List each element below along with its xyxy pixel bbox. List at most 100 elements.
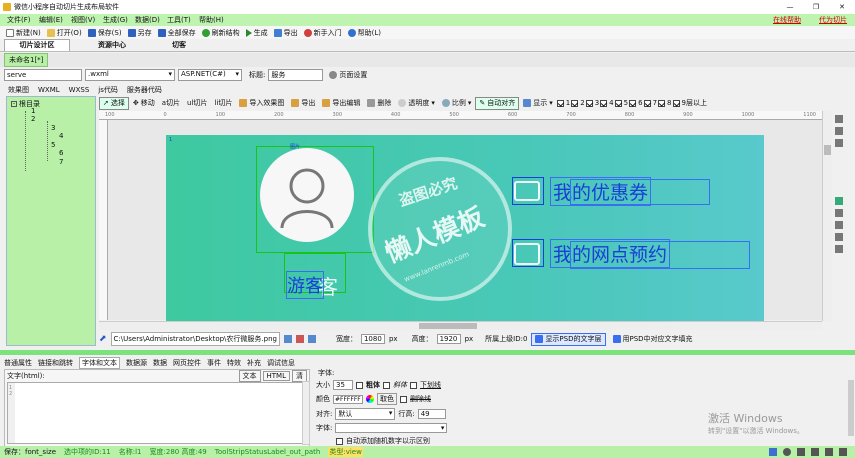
save-as-button[interactable]: 另存 — [125, 26, 155, 39]
menu-view[interactable]: 视图(V) — [71, 15, 103, 25]
font-family-select[interactable]: ▾ — [335, 423, 448, 433]
underline-checkbox[interactable] — [410, 381, 417, 389]
online-help-link[interactable]: 在线帮助 — [773, 15, 801, 25]
tool-select[interactable]: ➚ 选择 — [99, 96, 129, 110]
layer-check-6[interactable]: 6 — [629, 99, 643, 107]
tool-export-edit[interactable]: 导出编辑 — [319, 97, 363, 110]
tab-resource-center[interactable]: 资源中心 — [70, 40, 154, 50]
mic-icon[interactable] — [797, 448, 805, 456]
tree-node-3[interactable]: 3 — [51, 124, 55, 132]
layer-check-2[interactable]: 2 — [571, 99, 585, 107]
tab-font-text[interactable]: 字体和文本 — [79, 356, 120, 369]
tool-display[interactable]: 显示 ▾ — [520, 97, 556, 110]
refresh-structure-button[interactable]: 刷新结构 — [199, 26, 243, 39]
use-psd-text-button[interactable]: 用PSD中对应文字填充 — [610, 333, 696, 346]
tool-ul-slice[interactable]: ul切片 — [184, 97, 210, 110]
grid-icon[interactable] — [839, 448, 847, 456]
tab-data[interactable]: 数据 — [153, 358, 167, 368]
menu-help[interactable]: 帮助(H) — [199, 15, 231, 25]
layer-check-7[interactable]: 7 — [643, 99, 657, 107]
tool-opacity[interactable]: 透明度 ▾ — [395, 97, 438, 110]
random-number-checkbox[interactable] — [336, 437, 343, 445]
same-size-icon[interactable] — [835, 233, 843, 241]
generate-button[interactable]: 生成 — [243, 26, 271, 39]
maximize-button[interactable]: ❐ — [803, 3, 829, 11]
save-all-button[interactable]: 全部保存 — [155, 26, 199, 39]
tool-export[interactable]: 导出 — [288, 97, 318, 110]
page-settings-button[interactable]: 页面设置 — [326, 69, 370, 82]
bold-checkbox[interactable] — [356, 381, 363, 389]
tab-links[interactable]: 链接和跳转 — [38, 358, 73, 368]
tab-general-props[interactable]: 普通属性 — [4, 358, 32, 368]
tab-wxss[interactable]: WXSS — [69, 86, 90, 94]
tool-a-slice[interactable]: a切片 — [159, 97, 183, 110]
center-icon[interactable] — [835, 245, 843, 253]
italic-checkbox[interactable] — [383, 381, 390, 389]
path-icon-2[interactable] — [295, 335, 304, 343]
shirt-icon[interactable] — [825, 448, 833, 456]
export-button[interactable]: 导出 — [271, 26, 301, 39]
tool-import-image[interactable]: 导入效果图 — [236, 97, 287, 110]
slice-marker[interactable]: 1 — [169, 137, 172, 143]
tree-node-2[interactable]: 2 — [31, 115, 35, 123]
tab-qieke[interactable]: 切客 — [154, 40, 204, 50]
tab-effects[interactable]: 特效 — [227, 358, 241, 368]
layer-check-4[interactable]: 4 — [600, 99, 614, 107]
width-input[interactable]: 1080 — [360, 334, 385, 344]
splitter[interactable] — [0, 350, 855, 355]
close-button[interactable]: ✕ — [829, 3, 855, 11]
menu-generate[interactable]: 生成(G) — [103, 15, 135, 25]
menu-tools[interactable]: 工具(T) — [167, 15, 199, 25]
keyboard-icon[interactable] — [811, 448, 819, 456]
layer-check-8[interactable]: 8 — [658, 99, 672, 107]
align-top-icon[interactable] — [835, 139, 843, 147]
minimize-button[interactable]: — — [777, 3, 803, 11]
language-select[interactable]: ASP.NET(C#) ▾ — [178, 69, 242, 81]
design-canvas[interactable]: 1 图片 客 游客 我的优惠券 我的网点预约 盗图必究 懒人模板 www.lan… — [166, 135, 764, 321]
align-left-icon[interactable] — [835, 115, 843, 123]
tree-node-1[interactable]: 1 — [31, 107, 35, 115]
tool-li-slice[interactable]: li切片 — [211, 97, 235, 110]
menu-edit[interactable]: 编辑(E) — [39, 15, 71, 25]
text-panel-scrollbar[interactable] — [302, 381, 310, 445]
html-mode-button[interactable]: HTML — [262, 370, 290, 381]
color-wheel-icon[interactable] — [366, 395, 374, 403]
line-height-input[interactable]: 49 — [417, 409, 446, 419]
tab-js[interactable]: js代码 — [98, 85, 118, 95]
tab-debug[interactable]: 调试信息 — [267, 358, 295, 368]
color-input[interactable]: #FFFFFF — [333, 394, 363, 404]
tree-root[interactable]: - 根目录 — [11, 99, 95, 109]
tree-node-4[interactable]: 4 — [59, 132, 63, 140]
tab-wxml[interactable]: WXML — [38, 86, 60, 94]
tree-node-5[interactable]: 5 — [51, 141, 55, 149]
tool-move[interactable]: ✥ 移动 — [130, 97, 158, 110]
tab-events[interactable]: 事件 — [207, 358, 221, 368]
slicing-service-link[interactable]: 代为切片 — [819, 15, 847, 25]
title-input[interactable]: 服务 — [268, 69, 324, 81]
canvas-vertical-scrollbar[interactable] — [822, 111, 832, 321]
tree-node-6[interactable]: 6 — [59, 149, 63, 157]
height-input[interactable]: 1920 — [436, 334, 461, 344]
layer-check-5[interactable]: 5 — [614, 99, 628, 107]
props-scrollbar[interactable] — [848, 380, 854, 436]
align-select[interactable]: 默认 ▾ — [335, 408, 396, 420]
strike-checkbox[interactable] — [400, 395, 407, 403]
scrollbar-thumb[interactable] — [419, 323, 477, 329]
tool-auto-align[interactable]: ✎ 自动对齐 — [475, 96, 520, 110]
path-icon-1[interactable] — [283, 335, 292, 343]
tab-slice-design[interactable]: 切片设计区 — [4, 39, 70, 51]
tab-supplement[interactable]: 补充 — [247, 358, 261, 368]
new-button[interactable]: 新建(N) — [3, 26, 44, 39]
tab-server-code[interactable]: 服务器代码 — [127, 85, 162, 95]
text-editor[interactable]: 1 2 — [7, 382, 307, 444]
distribute-icon[interactable] — [835, 197, 843, 205]
font-size-stepper[interactable]: 35 — [333, 380, 353, 390]
ime-icon[interactable] — [769, 448, 777, 456]
align-right-icon[interactable] — [835, 127, 843, 135]
moon-icon[interactable] — [783, 448, 791, 456]
extension-select[interactable]: .wxml ▾ — [85, 69, 175, 81]
scrollbar-thumb[interactable] — [824, 145, 831, 155]
tab-datasource[interactable]: 数据源 — [126, 358, 147, 368]
same-height-icon[interactable] — [835, 221, 843, 229]
menu-data[interactable]: 数据(D) — [135, 15, 167, 25]
